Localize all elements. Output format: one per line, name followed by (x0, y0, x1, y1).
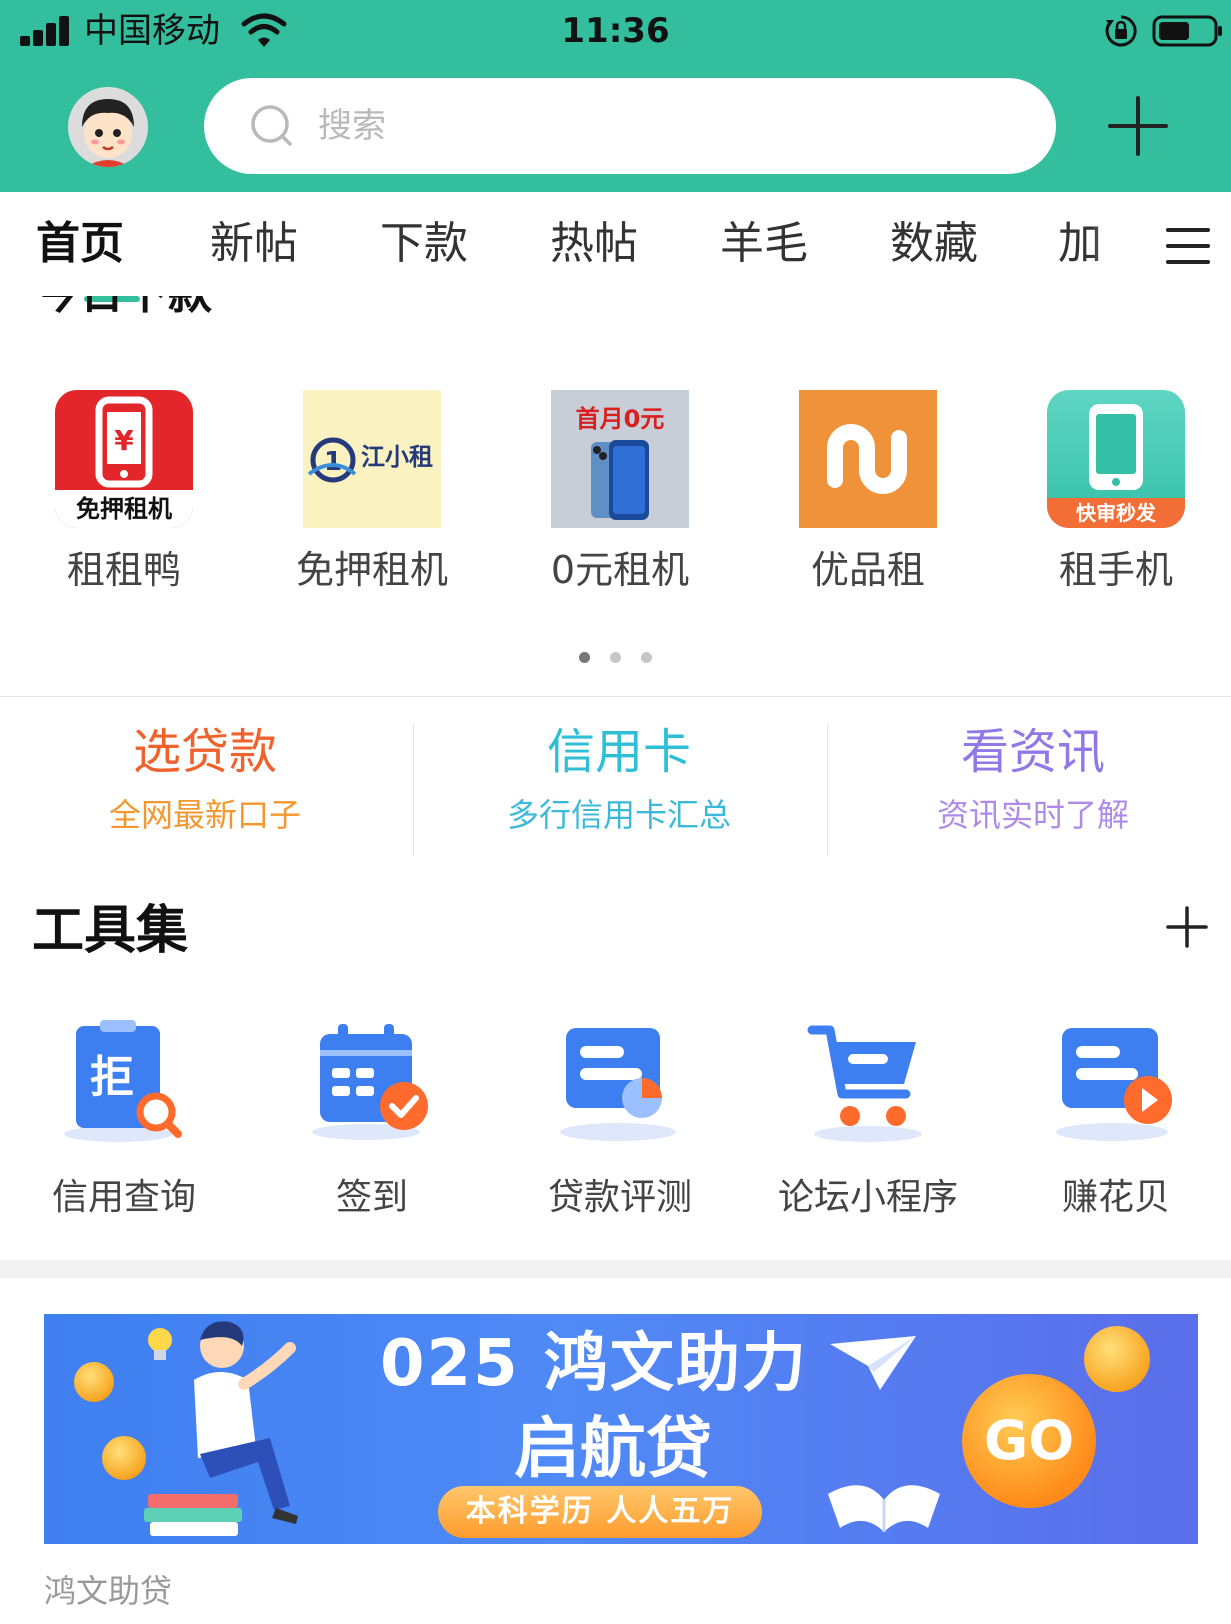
pager-dot[interactable] (641, 652, 652, 663)
pager-dot-active[interactable] (579, 652, 590, 663)
app-label: 租租鸭 (66, 548, 181, 592)
go-button-label: GO (983, 1409, 1075, 1472)
tool-earn-huabei[interactable]: 赚花贝 (1006, 1020, 1226, 1224)
orientation-lock-icon (1105, 15, 1137, 47)
app-label: 优品租 (810, 548, 925, 592)
loan-evaluation-icon (560, 1028, 676, 1141)
app-label: 租手机 (1058, 548, 1173, 592)
feature-subtitle: 多行信用卡汇总 (506, 796, 731, 834)
app-item-zushouji[interactable]: 快审秒发 租手机 (1016, 390, 1216, 598)
status-time: 11:36 (561, 11, 670, 51)
go-button[interactable]: GO (962, 1374, 1096, 1508)
jiangxiaozu-app-icon: 1 江小租 (303, 390, 441, 528)
svg-text:¥: ¥ (114, 424, 134, 457)
feature-title: 信用卡 (546, 724, 691, 780)
calendar-check-icon (312, 1024, 428, 1140)
cart-icon (807, 1025, 922, 1142)
tool-credit-check[interactable]: 拒 信用查询 (14, 1020, 234, 1224)
tool-label: 信用查询 (51, 1177, 196, 1218)
search-icon (251, 105, 292, 146)
zushouji-app-icon: 快审秒发 (1047, 390, 1185, 528)
jiangxiaozu-icon-text: 江小租 (361, 443, 433, 471)
battery-icon (1152, 15, 1222, 47)
app-item-zero-rental[interactable]: 首月0元 0元租机 (520, 390, 720, 598)
tool-label: 论坛小程序 (777, 1177, 958, 1218)
feature-credit-cards[interactable]: 信用卡 多行信用卡汇总 (414, 720, 824, 838)
tool-check-in[interactable]: 签到 (262, 1020, 482, 1224)
tab-hot-posts[interactable]: 热帖 (550, 216, 638, 272)
banner-subheadline: 启航贷 (514, 1410, 712, 1487)
app-item-jiangxiaozu[interactable]: 1 江小租 免押租机 (272, 390, 472, 598)
tool-label: 赚花贝 (1061, 1177, 1170, 1218)
coin-icon (74, 1362, 114, 1402)
tab-new-posts[interactable]: 新帖 (210, 216, 298, 272)
play-card-icon (1056, 1028, 1172, 1141)
tab-deals[interactable]: 羊毛 (720, 216, 808, 272)
app-label: 免押租机 (295, 548, 448, 592)
app-screen: 中国移动 11:36 搜索 首页 新帖 下款 热帖 羊毛 数藏 加 ¥ 免押租机… (0, 0, 1231, 1624)
phone-rental-app-icon: 首月0元 (551, 390, 689, 528)
category-tabs: 首页 新帖 下款 热帖 羊毛 数藏 加 (0, 192, 1231, 296)
menu-icon[interactable] (1166, 226, 1210, 266)
pager-dot[interactable] (610, 652, 621, 663)
section-title-text: 今日下款 (36, 296, 212, 322)
feature-loans[interactable]: 选贷款 全网最新口子 (0, 720, 410, 838)
add-tool-icon[interactable] (1166, 906, 1208, 948)
svg-text:1: 1 (324, 447, 342, 477)
app-item-youpinzu[interactable]: 优品租 (768, 390, 968, 598)
section-title-partial: 今日下款 (36, 296, 336, 326)
avatar-face-icon (68, 87, 148, 167)
credit-check-icon: 拒 (64, 1020, 182, 1142)
feature-title: 选贷款 (132, 724, 277, 780)
avatar[interactable] (68, 87, 148, 167)
search-placeholder: 搜索 (318, 106, 386, 146)
top-bar: 中国移动 11:36 搜索 (0, 0, 1231, 192)
banner-headline: 025 鸿文助力 (380, 1327, 808, 1401)
tab-collections[interactable]: 数藏 (890, 216, 978, 272)
feature-title: 看资讯 (960, 724, 1105, 780)
svg-text:拒: 拒 (90, 1052, 134, 1103)
carousel-pager[interactable] (0, 648, 1231, 667)
banner-caption: 鸿文助贷 (44, 1572, 173, 1610)
tab-loans[interactable]: 下款 (380, 216, 468, 272)
banner-tagline-pill: 本科学历 人人五万 (438, 1486, 762, 1538)
app-item-zuzuya[interactable]: ¥ 免押租机 租租鸭 (24, 390, 224, 598)
divider (0, 696, 1231, 697)
tool-label: 贷款评测 (547, 1177, 692, 1218)
banner-tagline: 本科学历 人人五万 (465, 1494, 735, 1529)
paper-plane-icon (830, 1336, 916, 1390)
tab-home[interactable]: 首页 (36, 216, 124, 272)
feature-subtitle: 资讯实时了解 (936, 796, 1129, 834)
tab-fade (1090, 192, 1150, 296)
feature-news[interactable]: 看资讯 资讯实时了解 (828, 720, 1231, 838)
tools-title: 工具集 (32, 901, 189, 961)
tool-forum-miniprogram[interactable]: 论坛小程序 (758, 1020, 978, 1224)
zushouji-icon-text: 快审秒发 (1076, 501, 1156, 525)
add-icon[interactable] (1108, 96, 1168, 156)
search-input[interactable]: 搜索 (204, 78, 1056, 174)
student-illustration (144, 1321, 298, 1536)
app-label: 0元租机 (550, 548, 690, 592)
zuzuya-app-icon: ¥ 免押租机 (55, 390, 193, 528)
tool-loan-evaluation[interactable]: 贷款评测 (510, 1020, 730, 1224)
tool-label: 签到 (335, 1177, 408, 1218)
book-icon (828, 1485, 940, 1532)
zuzuya-icon-text: 免押租机 (76, 495, 172, 523)
promo-banner[interactable]: 025 鸿文助力 启航贷 本科学历 人人五万 GO (44, 1314, 1198, 1544)
youpinzu-app-icon (799, 390, 937, 528)
section-gap (0, 1260, 1231, 1278)
feature-subtitle: 全网最新口子 (108, 796, 301, 834)
